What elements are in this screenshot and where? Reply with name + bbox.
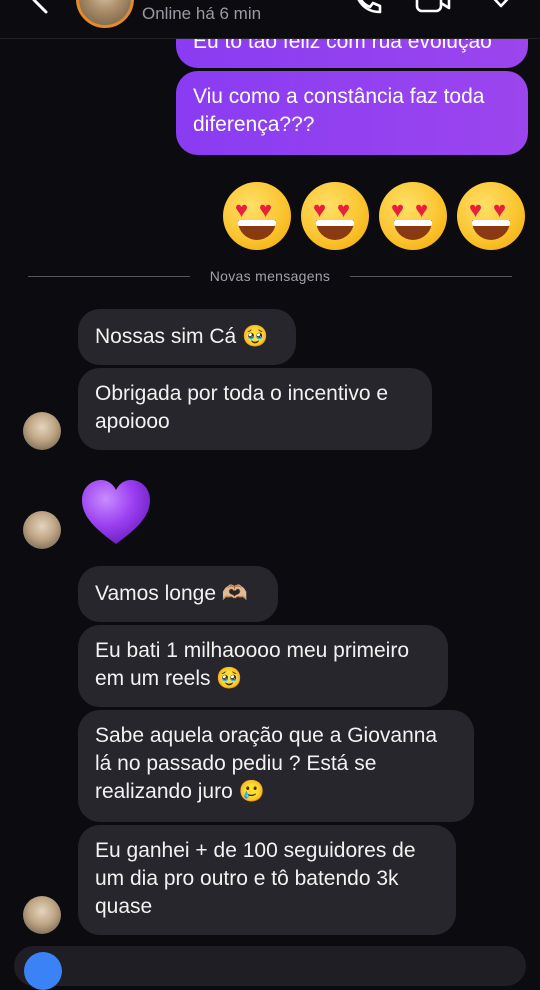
- heart-eyes-emoji[interactable]: ♥ ♥: [223, 182, 291, 250]
- incoming-message[interactable]: Nossas sim Cá 🥹: [78, 309, 296, 365]
- message-text: Obrigada por toda o incentivo e apoiooo: [95, 382, 389, 433]
- camera-button[interactable]: [24, 952, 62, 990]
- contact-avatar-small[interactable]: [23, 511, 61, 549]
- video-call-icon[interactable]: [414, 0, 452, 16]
- contact-avatar-small[interactable]: [23, 896, 61, 934]
- message-text: Eu ganhei + de 100 seguidores de um dia …: [95, 839, 416, 918]
- divider-line-right: [350, 276, 512, 277]
- incoming-message[interactable]: Eu ganhei + de 100 seguidores de um dia …: [78, 825, 456, 935]
- outgoing-message[interactable]: Viu como a constância faz toda diferença…: [176, 71, 528, 155]
- message-text: Eu bati 1 milhaoooo meu primeiro em um r…: [95, 639, 409, 690]
- heart-eyes-emoji[interactable]: ♥ ♥: [301, 182, 369, 250]
- back-arrow-icon[interactable]: [26, 0, 54, 14]
- incoming-message[interactable]: Obrigada por toda o incentivo e apoiooo: [78, 368, 432, 450]
- contact-avatar-small[interactable]: [23, 412, 61, 450]
- message-text: Nossas sim Cá 🥹: [95, 325, 269, 348]
- incoming-message[interactable]: Sabe aquela oração que a Giovanna lá no …: [78, 710, 474, 822]
- heart-eyes-emoji[interactable]: ♥ ♥: [379, 182, 447, 250]
- chat-header: Online há 6 min: [0, 0, 540, 39]
- contact-status: Online há 6 min: [142, 4, 262, 23]
- message-text: Vamos longe 🫶🏼: [95, 582, 248, 605]
- purple-heart-emoji[interactable]: [80, 478, 152, 550]
- incoming-message[interactable]: Eu bati 1 milhaoooo meu primeiro em um r…: [78, 625, 448, 707]
- message-text: Viu como a constância faz toda diferença…: [193, 85, 485, 136]
- heart-eyes-emoji[interactable]: ♥ ♥: [457, 182, 525, 250]
- message-text: Sabe aquela oração que a Giovanna lá no …: [95, 724, 438, 803]
- heart-outline-icon[interactable]: [482, 0, 520, 16]
- incoming-message[interactable]: Vamos longe 🫶🏼: [78, 566, 278, 622]
- phone-call-icon[interactable]: [350, 0, 384, 16]
- contact-avatar[interactable]: [76, 0, 134, 28]
- message-composer[interactable]: [14, 946, 526, 986]
